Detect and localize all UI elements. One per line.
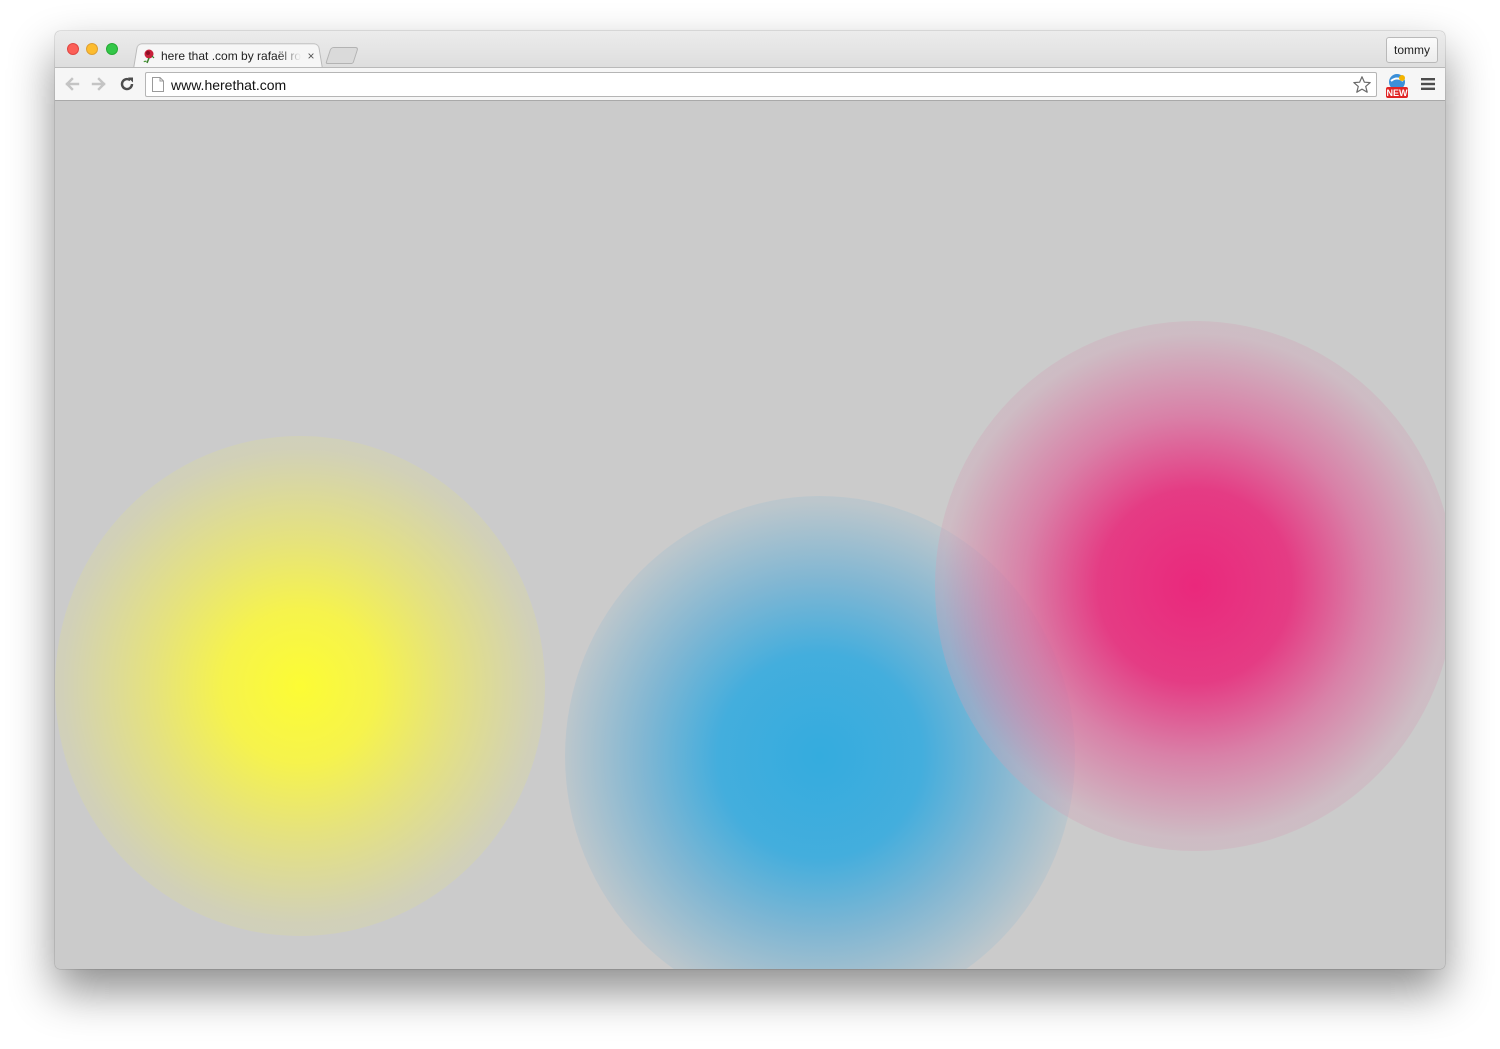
extension-badge-text: NEW	[1387, 88, 1409, 98]
yellow-blob	[55, 436, 545, 936]
profile-button[interactable]: tommy	[1386, 37, 1438, 63]
minimize-window-button[interactable]	[86, 43, 98, 55]
address-bar[interactable]: www.herethat.com	[145, 72, 1377, 97]
close-window-button[interactable]	[67, 43, 79, 55]
browser-window: here that .com by rafaël ro × tommy www.…	[55, 31, 1445, 969]
zoom-window-button[interactable]	[106, 43, 118, 55]
rose-icon	[141, 48, 157, 64]
forward-arrow-icon[interactable]	[89, 74, 109, 94]
reload-icon[interactable]	[117, 74, 137, 94]
title-bar: here that .com by rafaël ro × tommy	[55, 31, 1445, 69]
star-icon[interactable]	[1352, 75, 1372, 95]
url-text[interactable]: www.herethat.com	[171, 77, 286, 93]
hamburger-menu-icon[interactable]	[1420, 77, 1436, 91]
page-icon	[152, 77, 164, 92]
extension-new-icon[interactable]: NEW	[1383, 72, 1411, 100]
tab-title: here that .com by rafaël ro	[161, 49, 301, 63]
back-arrow-icon[interactable]	[62, 74, 82, 94]
tab-active-content[interactable]: here that .com by rafaël ro ×	[141, 46, 319, 66]
new-tab-button[interactable]	[325, 47, 359, 64]
pink-blob	[935, 321, 1445, 851]
page-content[interactable]	[55, 101, 1445, 969]
tab-close-icon[interactable]: ×	[305, 49, 317, 63]
toolbar: www.herethat.com NEW	[55, 67, 1445, 101]
